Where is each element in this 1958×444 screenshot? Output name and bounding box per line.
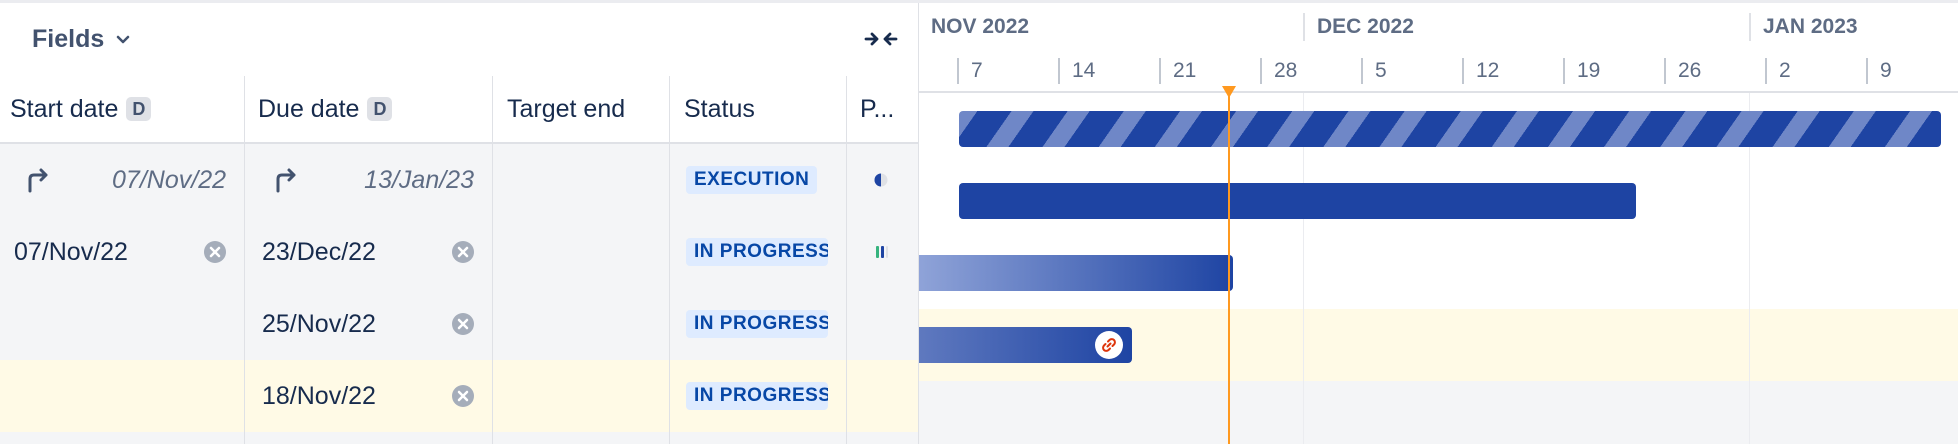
status-cell[interactable]: IN PROGRESS xyxy=(686,360,828,432)
column-header-due-date[interactable]: Due date D xyxy=(248,76,492,142)
table-row[interactable]: 07/Nov/22 23/Dec/22 IN PROGRESS xyxy=(0,216,918,288)
week-label: 7 xyxy=(957,58,983,84)
chevron-down-icon xyxy=(117,35,130,43)
month-label: DEC 2022 xyxy=(1303,13,1414,41)
due-date-cell[interactable]: 18/Nov/22 xyxy=(262,360,452,432)
progress-cell xyxy=(873,216,889,288)
dependency-link-icon[interactable] xyxy=(1095,331,1123,359)
month-label: NOV 2022 xyxy=(931,15,1030,38)
timeline-pane: NOV 2022 DEC 2022 JAN 2023 7 14 21 28 5 … xyxy=(918,3,1958,444)
timeline-bar[interactable] xyxy=(959,183,1636,219)
column-header-progress[interactable]: P... xyxy=(850,76,918,142)
week-label: 26 xyxy=(1664,58,1701,84)
fields-label: Fields xyxy=(32,25,105,53)
column-header-label: Target end xyxy=(507,94,626,123)
table-row[interactable]: 07/Nov/22 13/Jan/23 EXECUTION xyxy=(0,144,918,216)
today-line xyxy=(1228,93,1230,444)
table-row[interactable]: 25/Nov/22 IN PROGRESS xyxy=(0,288,918,360)
column-header-label: P... xyxy=(860,94,895,123)
start-date-cell[interactable]: 07/Nov/22 xyxy=(0,144,226,216)
status-lozenge: IN PROGRESS xyxy=(686,310,828,338)
timeline-bar-open-start[interactable] xyxy=(919,255,1233,291)
clear-due-date-icon[interactable] xyxy=(451,288,475,360)
status-lozenge: EXECUTION xyxy=(686,166,818,194)
link-icon xyxy=(1099,335,1119,355)
column-header-status[interactable]: Status xyxy=(674,76,846,142)
date-type-badge: D xyxy=(126,97,152,121)
week-label: 9 xyxy=(1866,58,1892,84)
status-cell[interactable]: IN PROGRESS xyxy=(686,288,828,360)
date-type-badge: D xyxy=(367,97,393,121)
column-header-start-date[interactable]: Start date D xyxy=(0,76,244,142)
week-label: 12 xyxy=(1462,58,1499,84)
table-row xyxy=(0,432,918,444)
status-cell[interactable]: IN PROGRESS xyxy=(686,216,828,288)
column-header-label: Due date xyxy=(258,94,360,123)
timeline-header: NOV 2022 DEC 2022 JAN 2023 7 14 21 28 5 … xyxy=(919,3,1958,93)
column-header-label: Status xyxy=(684,94,755,123)
start-date-cell[interactable] xyxy=(14,360,204,432)
column-header-label: Start date xyxy=(10,94,119,123)
start-date-cell[interactable] xyxy=(14,288,204,360)
column-header-target-end[interactable]: Target end xyxy=(497,76,669,142)
week-label: 19 xyxy=(1563,58,1600,84)
timeline-bar-inferred[interactable] xyxy=(959,111,1941,147)
column-divider[interactable] xyxy=(669,76,670,444)
status-cell[interactable]: EXECUTION xyxy=(686,144,828,216)
collapse-columns-icon[interactable] xyxy=(864,25,898,53)
week-label: 5 xyxy=(1361,58,1387,84)
status-lozenge: IN PROGRESS xyxy=(686,382,828,410)
due-date-cell[interactable]: 23/Dec/22 xyxy=(262,216,452,288)
column-headers: Start date D Due date D Target end Statu… xyxy=(0,76,918,144)
fields-dropdown-button[interactable]: Fields xyxy=(32,25,132,54)
start-date-cell[interactable]: 07/Nov/22 xyxy=(14,216,204,288)
status-lozenge: IN PROGRESS xyxy=(686,238,828,266)
week-label: 2 xyxy=(1765,58,1791,84)
clear-due-date-icon[interactable] xyxy=(451,360,475,432)
due-date-cell[interactable]: 13/Jan/23 xyxy=(248,144,474,216)
column-divider[interactable] xyxy=(492,76,493,444)
column-divider[interactable] xyxy=(846,76,847,444)
fields-toolbar: Fields xyxy=(0,3,918,76)
week-label: 28 xyxy=(1260,58,1297,84)
timeline-body xyxy=(919,93,1958,444)
week-label: 14 xyxy=(1058,58,1095,84)
progress-bar-icon xyxy=(876,246,888,258)
month-label: JAN 2023 xyxy=(1749,13,1858,41)
table-row-selected[interactable]: 18/Nov/22 IN PROGRESS xyxy=(0,360,918,432)
fields-pane: Fields Start date D Due date D Target en… xyxy=(0,3,918,444)
clear-due-date-icon[interactable] xyxy=(451,216,475,288)
week-label: 21 xyxy=(1159,58,1196,84)
clear-start-date-icon[interactable] xyxy=(203,216,227,288)
column-divider[interactable] xyxy=(244,76,245,444)
due-date-cell[interactable]: 25/Nov/22 xyxy=(262,288,452,360)
progress-cell xyxy=(873,144,889,216)
progress-pie-icon xyxy=(874,173,888,187)
timeline-row xyxy=(919,381,1958,444)
